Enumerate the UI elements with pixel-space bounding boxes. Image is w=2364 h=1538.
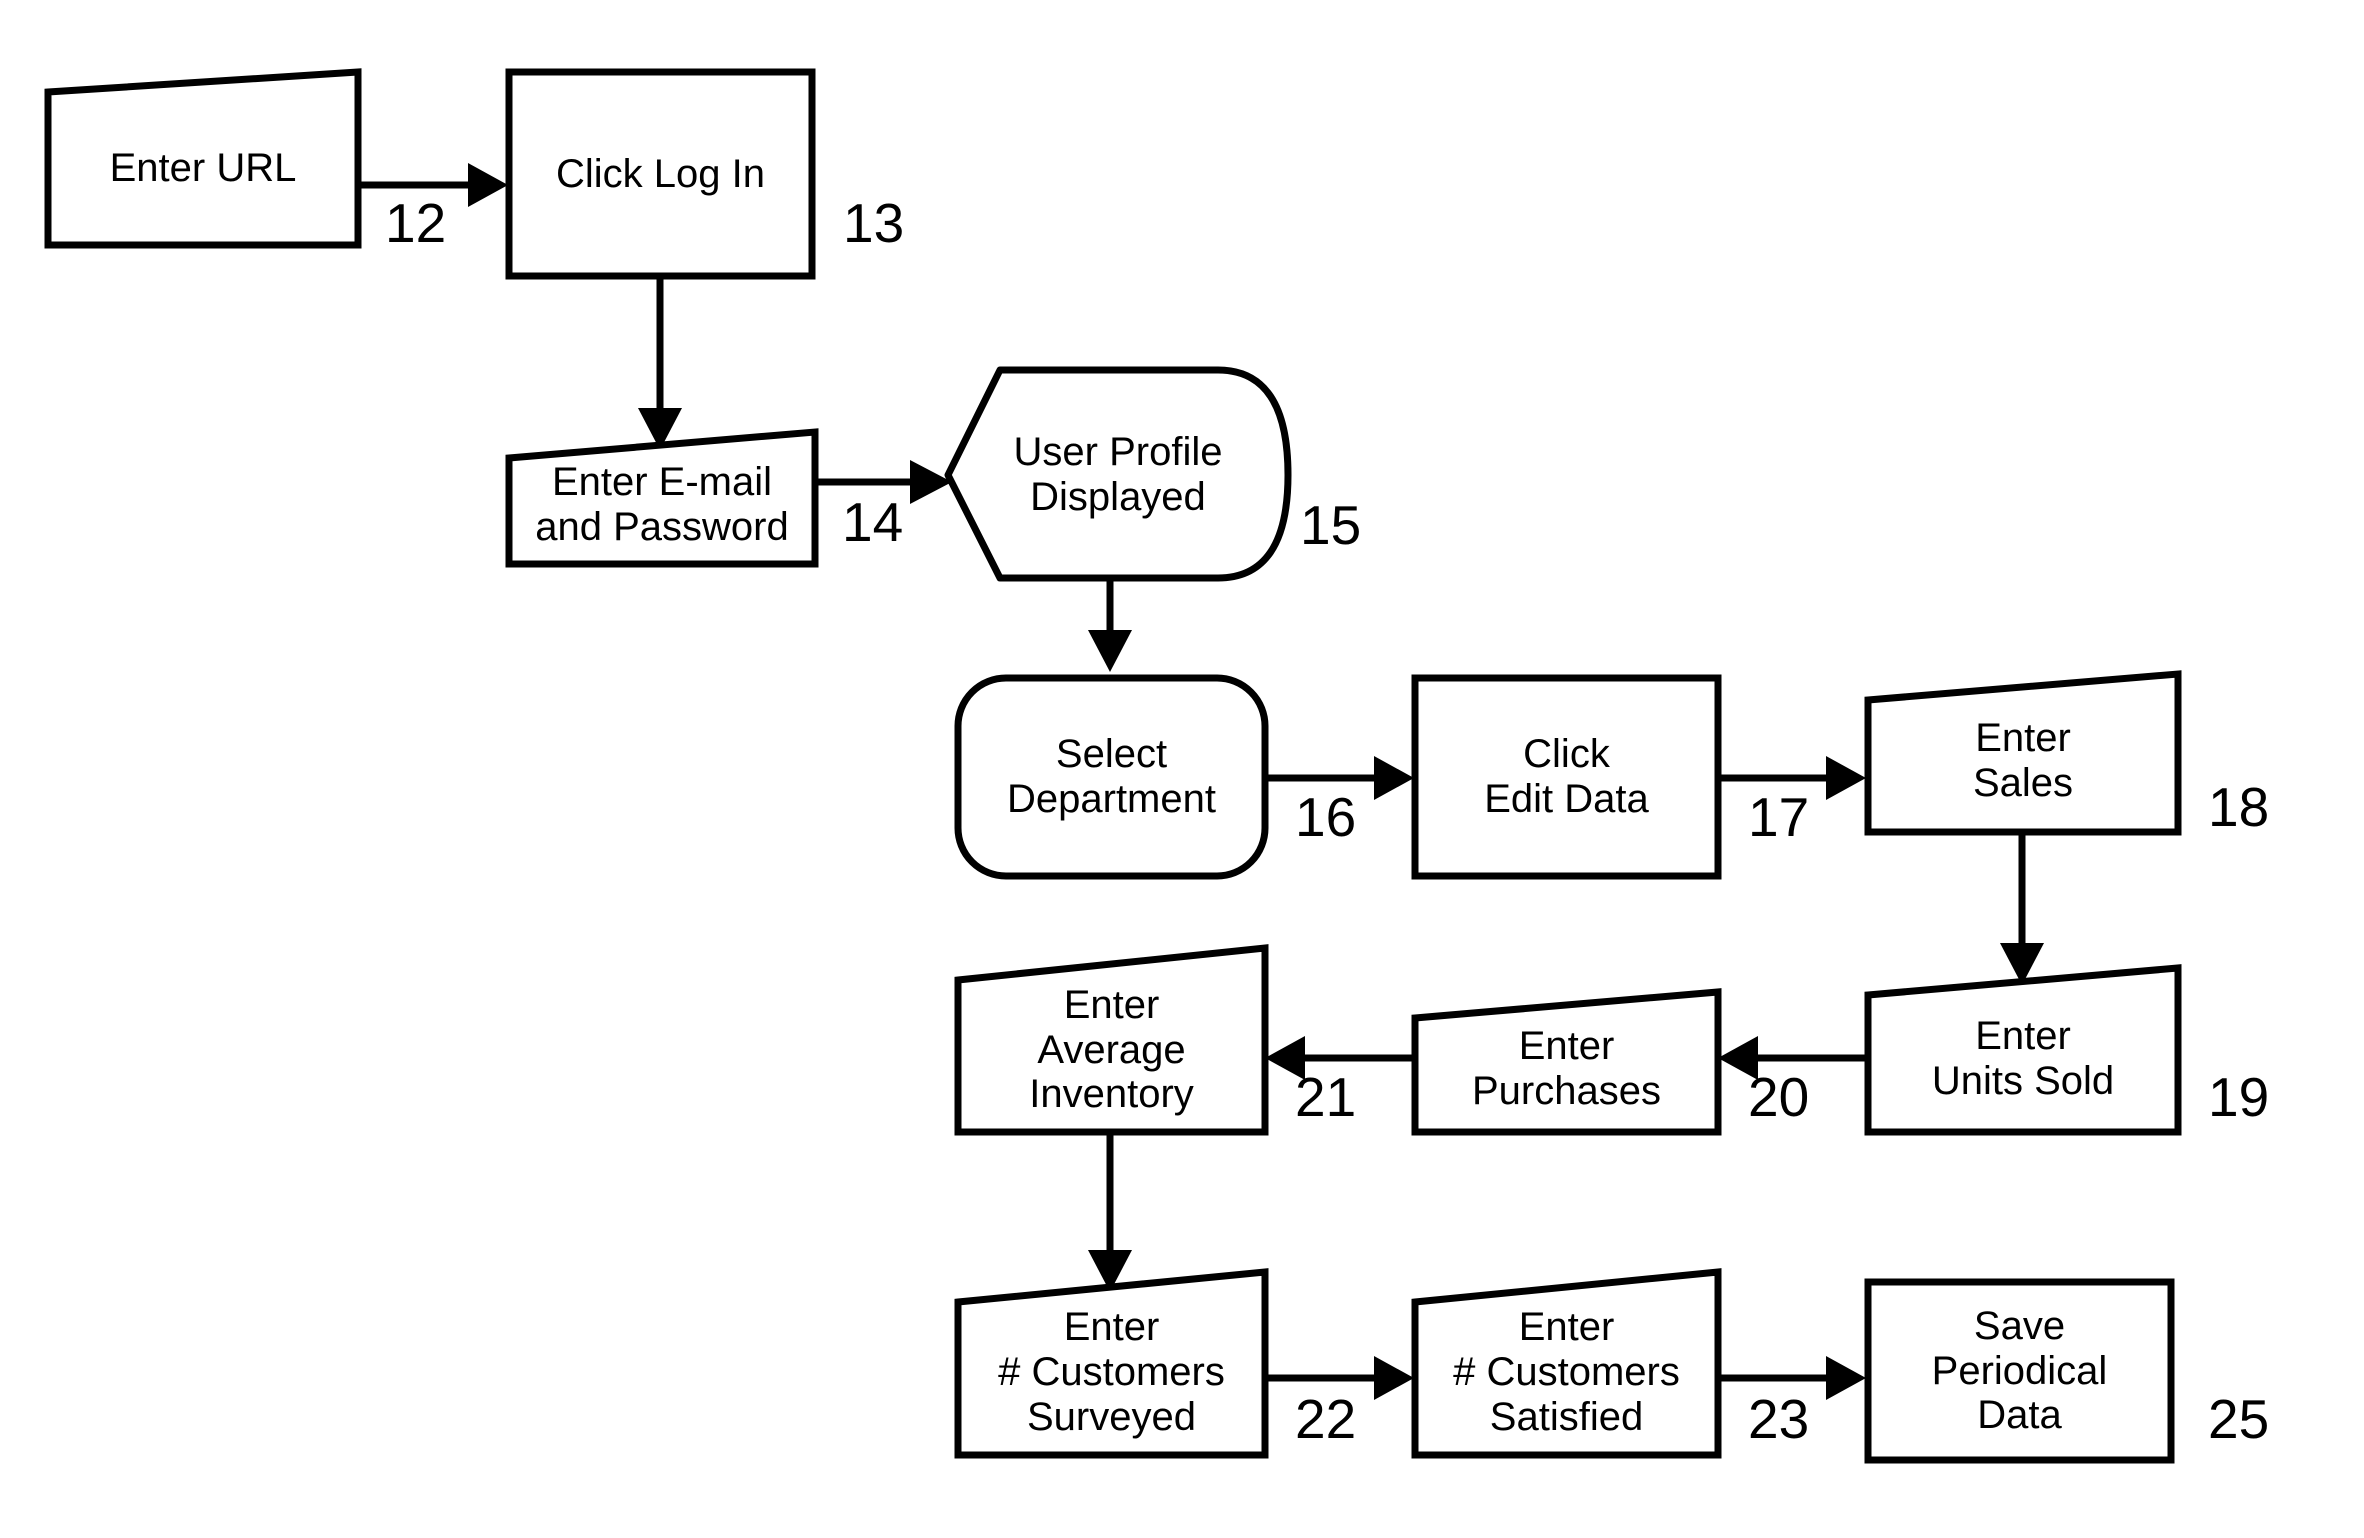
ref-number-22: 22 — [1295, 1388, 1357, 1450]
node-enter-purchases-shape[interactable] — [1411, 988, 1722, 1136]
node-click-log-in-shape[interactable] — [505, 68, 816, 280]
ref-number-14: 14 — [842, 491, 904, 553]
node-enter-cust-surveyed-shape[interactable] — [954, 1268, 1269, 1459]
ref-number-20: 20 — [1748, 1066, 1810, 1128]
flowchart-canvas: Enter URL Click Log In Enter E-mail and … — [0, 0, 2364, 1538]
connector-23b-arrowhead — [1826, 1356, 1866, 1400]
node-enter-cust-satisfied-shape[interactable] — [1411, 1268, 1722, 1459]
ref-number-25: 25 — [2208, 1388, 2270, 1450]
ref-number-23: 23 — [1748, 1388, 1810, 1450]
ref-number-18: 18 — [2208, 776, 2270, 838]
ref-number-13: 13 — [843, 192, 905, 254]
connector-16-arrowhead — [1374, 756, 1414, 800]
flowchart-svg — [44, 68, 2182, 1464]
ref-number-12: 12 — [385, 192, 447, 254]
node-enter-email-password-shape[interactable] — [505, 428, 819, 568]
connector-15-arrowhead — [1088, 630, 1132, 672]
node-enter-units-sold-shape[interactable] — [1864, 964, 2182, 1136]
ref-number-17: 17 — [1748, 786, 1810, 848]
node-enter-avg-inventory-shape[interactable] — [954, 944, 1269, 1136]
node-enter-url-shape[interactable] — [44, 68, 362, 249]
connector-14-arrowhead — [910, 460, 952, 504]
node-click-edit-data-shape[interactable] — [1411, 674, 1722, 880]
ref-number-15: 15 — [1300, 494, 1362, 556]
node-select-department-shape[interactable] — [954, 674, 1269, 880]
node-user-profile-shape[interactable] — [944, 366, 1292, 582]
ref-number-21: 21 — [1295, 1066, 1357, 1128]
ref-number-16: 16 — [1295, 786, 1357, 848]
connector-17-arrowhead — [1826, 756, 1866, 800]
connector-12-arrowhead — [468, 163, 508, 207]
node-save-periodical-data-shape[interactable] — [1864, 1278, 2175, 1464]
connector-22b-arrowhead — [1374, 1356, 1414, 1400]
node-enter-sales-shape[interactable] — [1864, 670, 2182, 836]
ref-number-19: 19 — [2208, 1066, 2270, 1128]
